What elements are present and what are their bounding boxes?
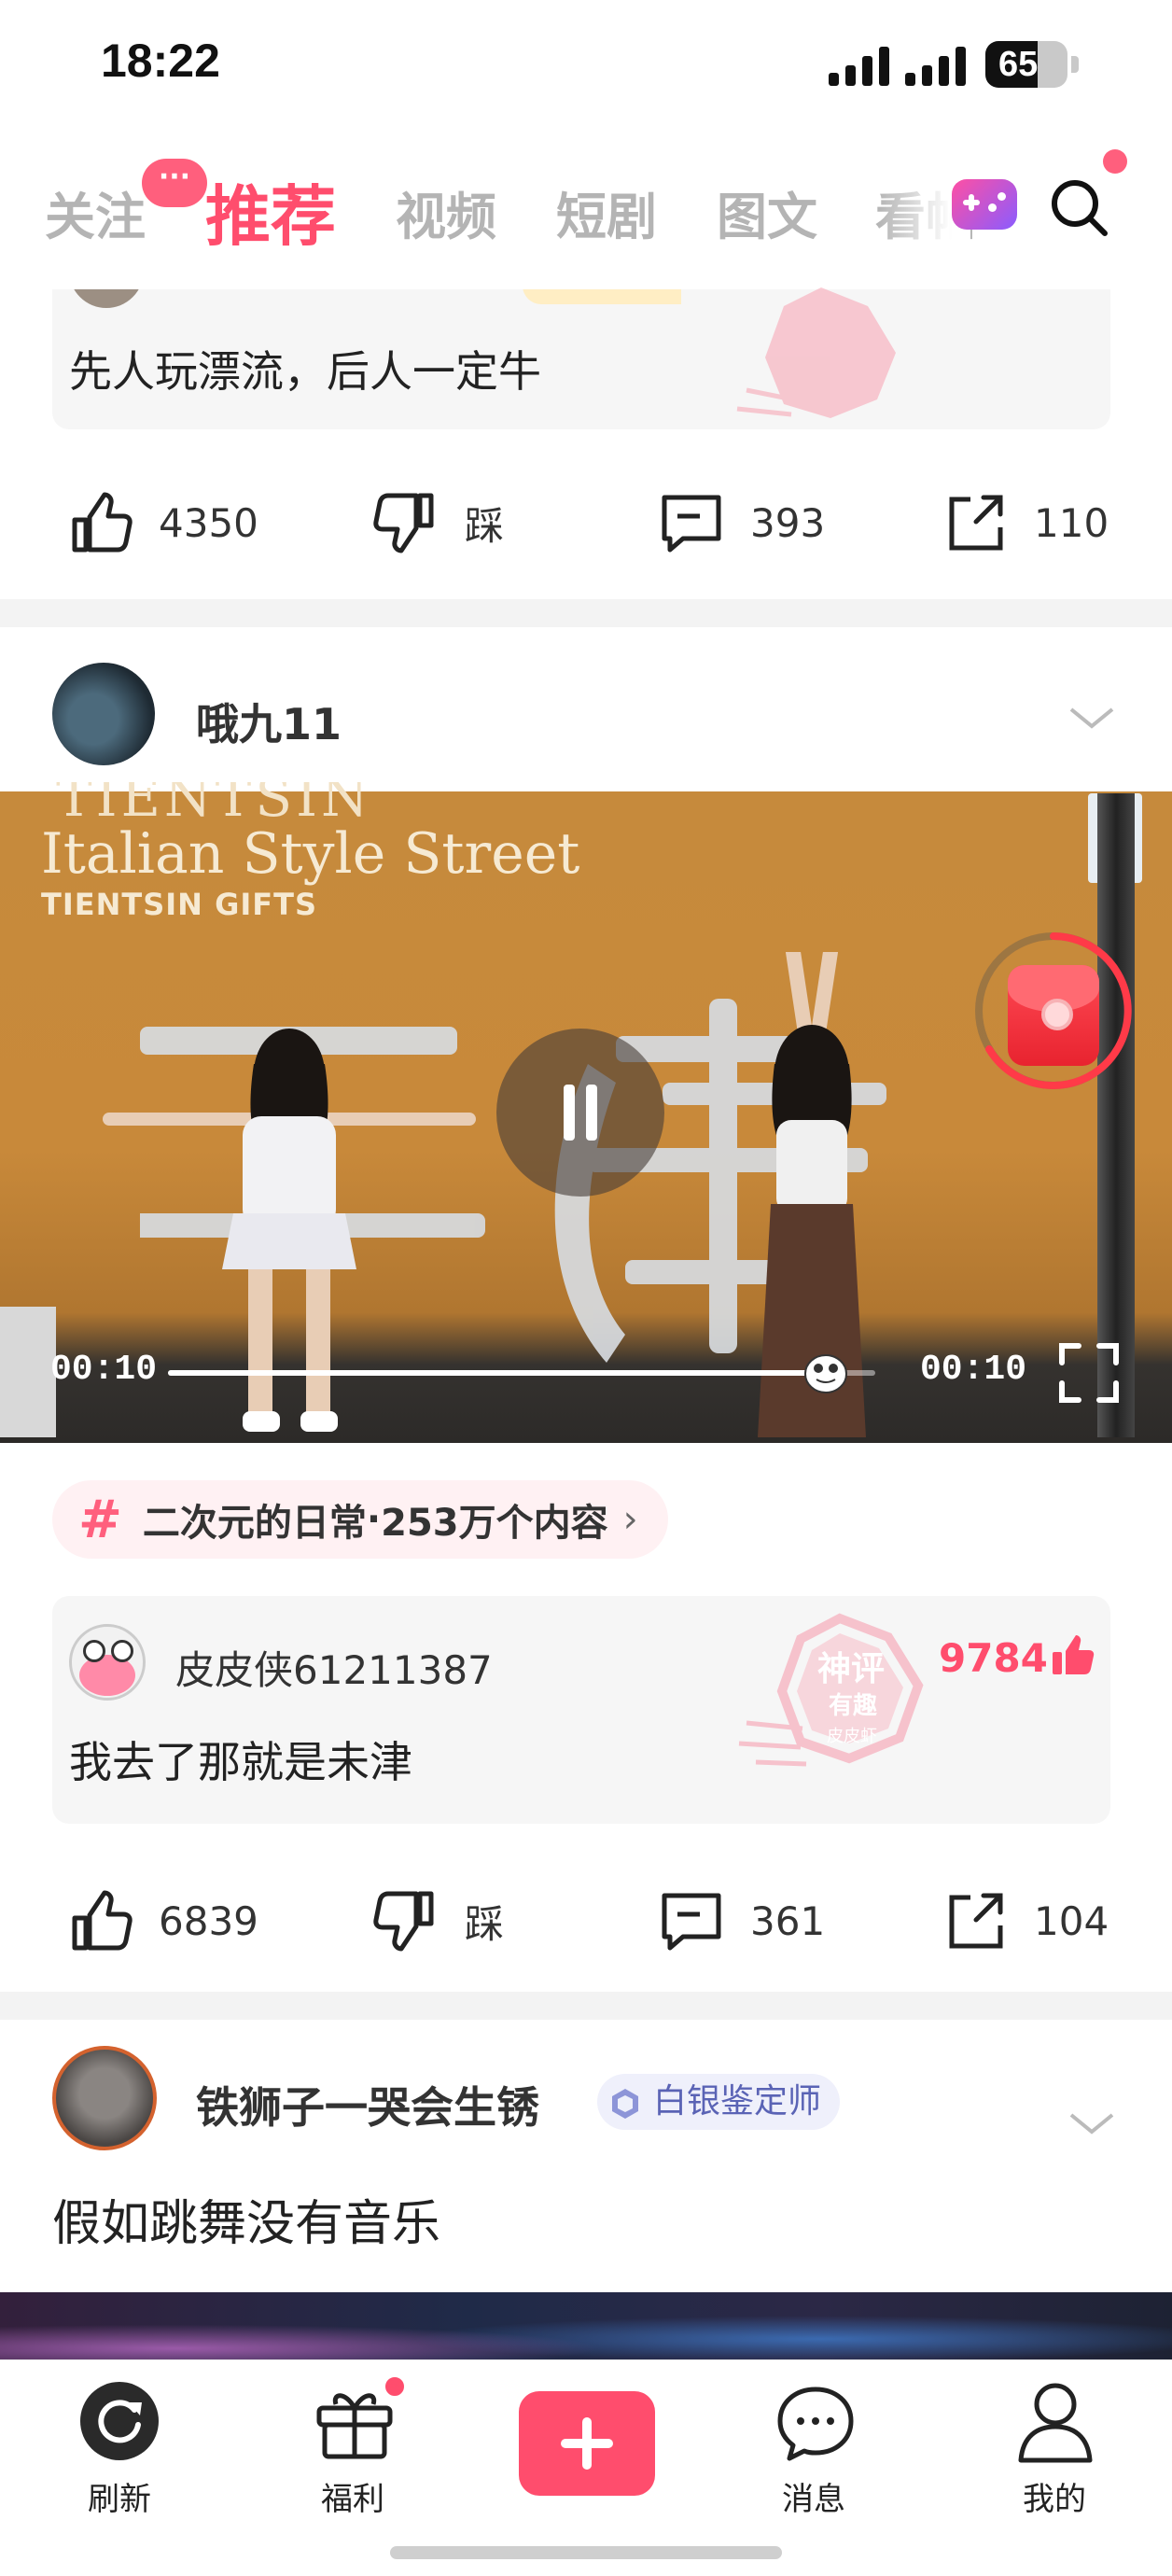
topic-count: 253万个内容 <box>381 1502 608 1545</box>
topic-separator: · <box>366 1498 382 1541</box>
ac-unit <box>0 1307 56 1437</box>
create-post-button[interactable] <box>519 2391 655 2496</box>
god-comment-stamp-icon: 神评 有趣 皮皮虾 <box>738 1613 924 1767</box>
progress-fill <box>168 1370 826 1376</box>
video-overlay-text: Italian Style Street <box>41 821 580 887</box>
person-figure <box>103 1029 476 1432</box>
status-time: 18:22 <box>101 35 220 87</box>
notification-dot <box>1103 149 1127 174</box>
chevron-down-icon[interactable] <box>1067 2111 1116 2137</box>
topic-name: 二次元的日常 <box>142 1502 367 1545</box>
tab-follow[interactable]: 关注 <box>45 175 146 249</box>
commenter-avatar[interactable] <box>69 1624 146 1701</box>
tab-short-drama[interactable]: 短剧 <box>556 175 657 249</box>
thumbs-up-icon <box>72 492 133 553</box>
post-username[interactable]: 哦九11 <box>196 691 342 752</box>
nav-me-label[interactable]: 我的 <box>998 2473 1110 2519</box>
share-icon <box>949 1893 1003 1949</box>
dislike-action[interactable]: 踩 <box>373 1883 504 1958</box>
share-icon <box>949 495 1003 551</box>
fullscreen-icon[interactable] <box>1056 1340 1122 1406</box>
video-overlay-text: TIENTSIN GIFTS <box>41 887 317 922</box>
comment-text: 先人玩漂流，后人一定牛 <box>69 346 541 397</box>
dislike-label: 踩 <box>465 1900 505 1947</box>
video-overlay-text: TIENTSIN <box>56 765 372 829</box>
battery-tip <box>1071 56 1079 73</box>
pause-button[interactable] <box>496 1029 664 1197</box>
message-icon[interactable] <box>774 2382 857 2464</box>
avatar[interactable] <box>52 663 155 765</box>
cellular-signal-icon-2 <box>905 45 966 86</box>
comment-action[interactable]: 361 <box>659 1883 825 1958</box>
thumbs-up-icon[interactable] <box>1051 1633 1095 1678</box>
gift-icon[interactable] <box>314 2382 396 2460</box>
topic-chip[interactable]: # 二次元的日常 · 253万个内容 › <box>52 1480 668 1559</box>
silver-badge-icon <box>612 2089 638 2119</box>
search-icon[interactable] <box>1047 175 1112 241</box>
post-divider <box>0 1992 1172 2020</box>
comment-like-count: 9784 <box>939 1635 1048 1681</box>
god-comment-stamp-icon <box>736 287 896 418</box>
battery-icon: 65 <box>985 41 1067 88</box>
avatar <box>69 289 144 308</box>
like-count: 4350 <box>159 499 258 546</box>
follow-badge: ··· <box>142 159 207 207</box>
like-action[interactable]: 6839 <box>67 1883 258 1958</box>
chevron-down-icon[interactable] <box>1067 706 1116 732</box>
duration-time: 00:10 <box>920 1350 1027 1390</box>
post-username[interactable]: 铁狮子一哭会生锈 <box>196 2074 539 2135</box>
thumbs-up-icon <box>72 1890 133 1951</box>
battery-level: 65 <box>998 45 1039 84</box>
home-indicator <box>390 2546 782 2559</box>
tab-image-text[interactable]: 图文 <box>717 175 817 249</box>
tab-recommend[interactable]: 推荐 <box>205 164 336 259</box>
nav-welfare-label[interactable]: 福利 <box>297 2473 409 2519</box>
comment-icon <box>662 1893 721 1951</box>
comment-user-clipped <box>65 289 681 310</box>
share-action[interactable]: 110 <box>942 485 1109 560</box>
like-count: 6839 <box>159 1897 258 1944</box>
stamp-text: 神评 <box>817 1650 885 1688</box>
elapsed-time: 00:10 <box>50 1350 158 1390</box>
nav-refresh-label[interactable]: 刷新 <box>63 2473 175 2519</box>
comment-icon <box>662 495 721 553</box>
post-title[interactable]: 假如跳舞没有音乐 <box>52 2184 440 2254</box>
like-action[interactable]: 4350 <box>67 485 258 560</box>
notification-dot <box>383 2374 407 2399</box>
thumbs-down-icon <box>373 1891 434 1952</box>
tab-video[interactable]: 视频 <box>396 175 496 249</box>
commenter-username[interactable]: 皮皮侠61211387 <box>175 1639 493 1696</box>
comment-count: 361 <box>750 1897 826 1944</box>
comment-action[interactable]: 393 <box>659 485 825 560</box>
stamp-text: 皮皮虾 <box>827 1727 877 1746</box>
comment-count: 393 <box>750 499 826 546</box>
dislike-action[interactable]: 踩 <box>373 485 504 560</box>
share-count: 104 <box>1034 1897 1109 1944</box>
thumbs-down-icon <box>373 493 434 553</box>
dislike-label: 踩 <box>465 502 505 549</box>
profile-icon[interactable] <box>1013 2378 1097 2466</box>
nav-messages-label[interactable]: 消息 <box>758 2473 870 2519</box>
refresh-icon[interactable] <box>80 2382 159 2460</box>
comment-text: 我去了那就是未津 <box>69 1737 412 1787</box>
user-badge <box>523 289 681 304</box>
red-envelope-icon[interactable] <box>1008 965 1099 1066</box>
avatar[interactable] <box>52 2046 157 2150</box>
post-divider <box>0 599 1172 627</box>
progress-thumb-icon[interactable] <box>802 1350 850 1394</box>
cellular-signal-icon <box>829 45 889 86</box>
stamp-text: 有趣 <box>829 1692 877 1720</box>
hashtag-icon: # <box>78 1489 122 1550</box>
game-controller-icon[interactable] <box>952 179 1017 230</box>
chevron-right-icon: › <box>622 1498 638 1541</box>
share-action[interactable]: 104 <box>942 1883 1109 1958</box>
share-count: 110 <box>1034 499 1109 546</box>
